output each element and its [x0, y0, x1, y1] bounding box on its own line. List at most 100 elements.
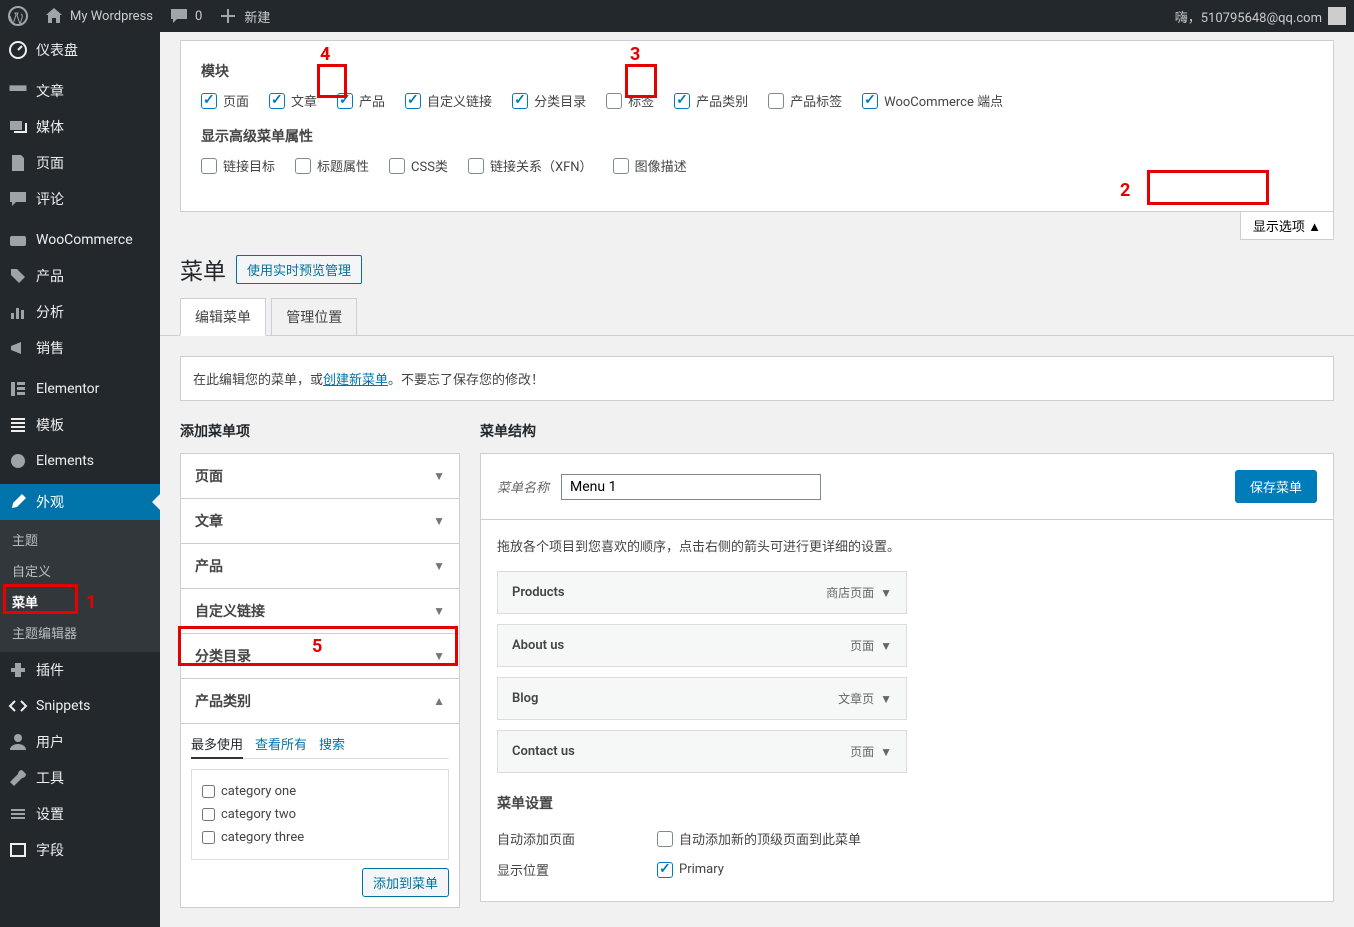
sidebar-item-plugins[interactable]: 插件	[0, 652, 160, 688]
module-checkbox-5[interactable]: 标签	[606, 91, 654, 110]
advanced-checkbox-0[interactable]: 链接目标	[201, 156, 275, 175]
caret-icon: ▼	[433, 469, 445, 483]
sidebar-item-settings[interactable]: 设置	[0, 796, 160, 832]
user-greeting[interactable]: 嗨，510795648@qq.com	[1175, 7, 1346, 26]
menu-frame: 菜单名称 保存菜单 拖放各个项目到您喜欢的顺序，点击右侧的箭头可进行更详细的设置…	[480, 453, 1334, 902]
page-icon	[8, 153, 28, 173]
module-checkbox-4[interactable]: 分类目录	[512, 91, 586, 110]
module-check-5[interactable]	[606, 93, 622, 109]
advanced-check-4[interactable]	[613, 158, 629, 174]
sidebar-item-media[interactable]: 媒体	[0, 109, 160, 145]
sidebar-item-products[interactable]: 产品	[0, 258, 160, 294]
advanced-check-2[interactable]	[389, 158, 405, 174]
menu-structure-item-0[interactable]: Products商店页面 ▼	[497, 571, 907, 614]
avatar	[1328, 7, 1346, 25]
advanced-check-1[interactable]	[295, 158, 311, 174]
site-link[interactable]: My Wordpress	[44, 6, 153, 26]
module-checkbox-3[interactable]: 自定义链接	[405, 91, 492, 110]
submenu-customize[interactable]: 自定义	[0, 555, 160, 586]
sidebar-item-templates[interactable]: 模板	[0, 407, 160, 443]
category-check-1[interactable]	[202, 808, 215, 821]
menu-structure-item-1[interactable]: About us页面 ▼	[497, 624, 907, 667]
module-check-3[interactable]	[405, 93, 421, 109]
accordion-header-1[interactable]: 文章▼	[181, 499, 459, 543]
sidebar-item-elements[interactable]: Elements	[0, 443, 160, 479]
sidebar-item-marketing[interactable]: 销售	[0, 330, 160, 366]
live-preview-button[interactable]: 使用实时预览管理	[236, 255, 362, 284]
tab-manage[interactable]: 管理位置	[271, 298, 357, 335]
module-checkbox-7[interactable]: 产品标签	[768, 91, 842, 110]
sidebar-item-woocommerce[interactable]: WooCommerce	[0, 222, 160, 258]
save-menu-button[interactable]: 保存菜单	[1235, 470, 1317, 503]
menu-structure-item-3[interactable]: Contact us页面 ▼	[497, 730, 907, 773]
advanced-check-3[interactable]	[468, 158, 484, 174]
module-check-8[interactable]	[862, 93, 878, 109]
module-checkbox-1[interactable]: 文章	[269, 91, 317, 110]
elementor-icon	[8, 379, 28, 399]
accordion-header-0[interactable]: 页面▼	[181, 454, 459, 498]
new-link[interactable]: 新建	[218, 6, 270, 26]
module-checkbox-8[interactable]: WooCommerce 端点	[862, 91, 1003, 110]
home-icon	[44, 6, 64, 26]
module-checkbox-0[interactable]: 页面	[201, 91, 249, 110]
module-check-0[interactable]	[201, 93, 217, 109]
menu-settings-title: 菜单设置	[497, 793, 1317, 813]
elements-icon	[8, 451, 28, 471]
sidebar-item-fields[interactable]: 字段	[0, 832, 160, 868]
module-check-1[interactable]	[269, 93, 285, 109]
megaphone-icon	[8, 338, 28, 358]
sidebar-item-posts[interactable]: 文章	[0, 73, 160, 109]
sidebar-item-analytics[interactable]: 分析	[0, 294, 160, 330]
sidebar-item-snippets[interactable]: Snippets	[0, 688, 160, 724]
category-check-2[interactable]	[202, 831, 215, 844]
category-check-0[interactable]	[202, 785, 215, 798]
advanced-checkbox-2[interactable]: CSS类	[389, 156, 448, 175]
inner-tab-most[interactable]: 最多使用	[191, 734, 243, 759]
advanced-check-0[interactable]	[201, 158, 217, 174]
sidebar-item-comments[interactable]: 评论	[0, 181, 160, 217]
sidebar-item-appearance[interactable]: 外观	[0, 484, 160, 520]
category-item-2[interactable]: category three	[202, 826, 438, 849]
module-checkbox-2[interactable]: 产品	[337, 91, 385, 110]
screen-options-toggle[interactable]: 显示选项 ▲	[1240, 212, 1334, 240]
submenu-theme-editor[interactable]: 主题编辑器	[0, 617, 160, 648]
accordion-header-5[interactable]: 产品类别▲	[181, 679, 459, 723]
arrow-indicator	[152, 494, 160, 510]
comments-link[interactable]: 0	[169, 6, 202, 26]
auto-add-checkbox[interactable]	[657, 831, 673, 847]
add-to-menu-button[interactable]: 添加到菜单	[362, 868, 449, 897]
sidebar-item-pages[interactable]: 页面	[0, 145, 160, 181]
menu-name-input[interactable]	[561, 474, 821, 500]
accordion-header-2[interactable]: 产品▼	[181, 544, 459, 588]
sidebar-item-dashboard[interactable]: 仪表盘	[0, 32, 160, 68]
display-primary-checkbox[interactable]	[657, 862, 673, 878]
menu-structure-item-2[interactable]: Blog文章页 ▼	[497, 677, 907, 720]
advanced-checkbox-3[interactable]: 链接关系（XFN）	[468, 156, 593, 175]
sidebar-item-users[interactable]: 用户	[0, 724, 160, 760]
submenu-menus[interactable]: 菜单	[0, 586, 160, 617]
inner-tab-all[interactable]: 查看所有	[255, 734, 307, 754]
comments-count: 0	[195, 9, 202, 24]
greeting-text: 嗨，510795648@qq.com	[1175, 7, 1322, 26]
chart-icon	[8, 302, 28, 322]
accordion-header-3[interactable]: 自定义链接▼	[181, 589, 459, 633]
sidebar-item-tools[interactable]: 工具	[0, 760, 160, 796]
admin-bar: My Wordpress 0 新建 嗨，510795648@qq.com	[0, 0, 1354, 32]
module-check-6[interactable]	[674, 93, 690, 109]
create-menu-link[interactable]: 创建新菜单	[323, 373, 388, 388]
module-check-4[interactable]	[512, 93, 528, 109]
category-item-0[interactable]: category one	[202, 780, 438, 803]
inner-tab-search[interactable]: 搜索	[319, 734, 345, 754]
tab-edit[interactable]: 编辑菜单	[180, 298, 266, 336]
module-check-2[interactable]	[337, 93, 353, 109]
sidebar-item-elementor[interactable]: Elementor	[0, 371, 160, 407]
submenu-themes[interactable]: 主题	[0, 524, 160, 555]
category-item-1[interactable]: category two	[202, 803, 438, 826]
wordpress-logo[interactable]	[8, 6, 28, 26]
module-checkbox-6[interactable]: 产品类别	[674, 91, 748, 110]
advanced-checkbox-4[interactable]: 图像描述	[613, 156, 687, 175]
advanced-checkbox-1[interactable]: 标题属性	[295, 156, 369, 175]
woo-icon	[8, 230, 28, 250]
module-check-7[interactable]	[768, 93, 784, 109]
code-icon	[8, 696, 28, 716]
